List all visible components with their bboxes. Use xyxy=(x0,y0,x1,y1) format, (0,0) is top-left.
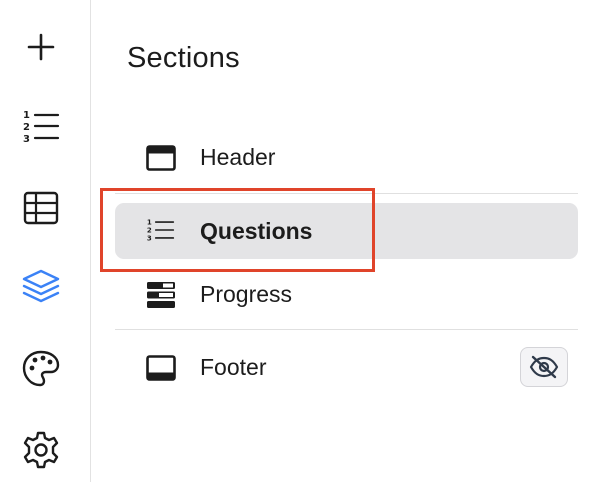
section-label: Footer xyxy=(200,353,267,380)
section-row-footer[interactable]: Footer xyxy=(115,339,578,395)
numbered-list-icon: 1 2 3 xyxy=(23,110,60,145)
layers-icon xyxy=(22,269,60,303)
table-nav-button[interactable] xyxy=(19,186,63,230)
svg-text:3: 3 xyxy=(23,134,30,145)
svg-text:1: 1 xyxy=(23,110,30,121)
left-rail: 1 2 3 xyxy=(0,0,91,482)
section-label: Progress xyxy=(200,280,293,307)
gear-icon xyxy=(23,431,59,469)
section-label: Questions xyxy=(200,217,313,244)
settings-nav-button[interactable] xyxy=(19,428,63,472)
header-layout-icon xyxy=(146,143,176,173)
svg-text:2: 2 xyxy=(23,122,30,133)
section-row-questions[interactable]: 1 2 3 Questions xyxy=(115,203,578,259)
section-row-header[interactable]: Header xyxy=(115,129,578,185)
numbered-list-icon: 1 2 3 xyxy=(146,215,176,245)
eye-off-icon xyxy=(529,355,559,379)
section-row-progress[interactable]: Progress xyxy=(115,266,578,322)
sections-nav-button[interactable] xyxy=(19,265,63,309)
panel-title: Sections xyxy=(127,42,240,74)
add-button[interactable] xyxy=(19,25,63,69)
palette-icon xyxy=(22,350,60,387)
table-icon xyxy=(23,191,59,225)
footer-visibility-toggle[interactable] xyxy=(520,347,568,387)
theme-nav-button[interactable] xyxy=(19,347,63,391)
plus-icon xyxy=(27,33,55,61)
questions-nav-button[interactable]: 1 2 3 xyxy=(19,104,63,148)
section-label: Header xyxy=(200,143,276,170)
progress-bars-icon xyxy=(146,280,176,310)
svg-text:3: 3 xyxy=(147,234,152,243)
divider xyxy=(115,193,578,194)
divider xyxy=(115,329,578,330)
footer-layout-icon xyxy=(146,353,176,383)
sections-panel: Sections Header 1 2 3 Questions Progress… xyxy=(92,0,596,482)
